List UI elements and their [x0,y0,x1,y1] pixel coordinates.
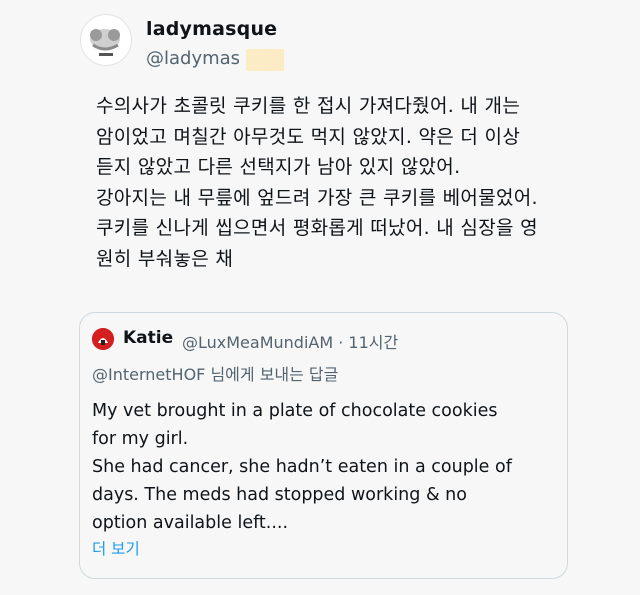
quote-reply-to[interactable]: @InternetHOF 님에게 보내는 답글 [92,361,338,385]
quote-text: My vet brought in a plate of chocolate c… [92,401,512,533]
quote-author-name[interactable]: Katie [123,328,173,348]
quote-handle-time[interactable]: @LuxMeaMundiAM · 11시간 [182,329,398,353]
quoted-tweet[interactable]: Katie @LuxMeaMundiAM · 11시간 @InternetHOF… [79,312,568,579]
quote-avatar[interactable] [92,328,114,350]
avatar[interactable] [80,14,132,66]
author-display-name[interactable]: ladymasque [146,18,277,40]
tweet-text: 수의사가 초콜릿 쿠키를 한 접시 가져다줬어. 내 개는 암이었고 며칠간 아… [96,95,538,270]
handle-redaction [246,49,284,71]
avatar-image [90,29,120,56]
author-handle[interactable]: @ladymas [146,48,240,69]
show-more-link[interactable]: 더 보기 [92,537,140,559]
quote-avatar-image [92,328,114,350]
